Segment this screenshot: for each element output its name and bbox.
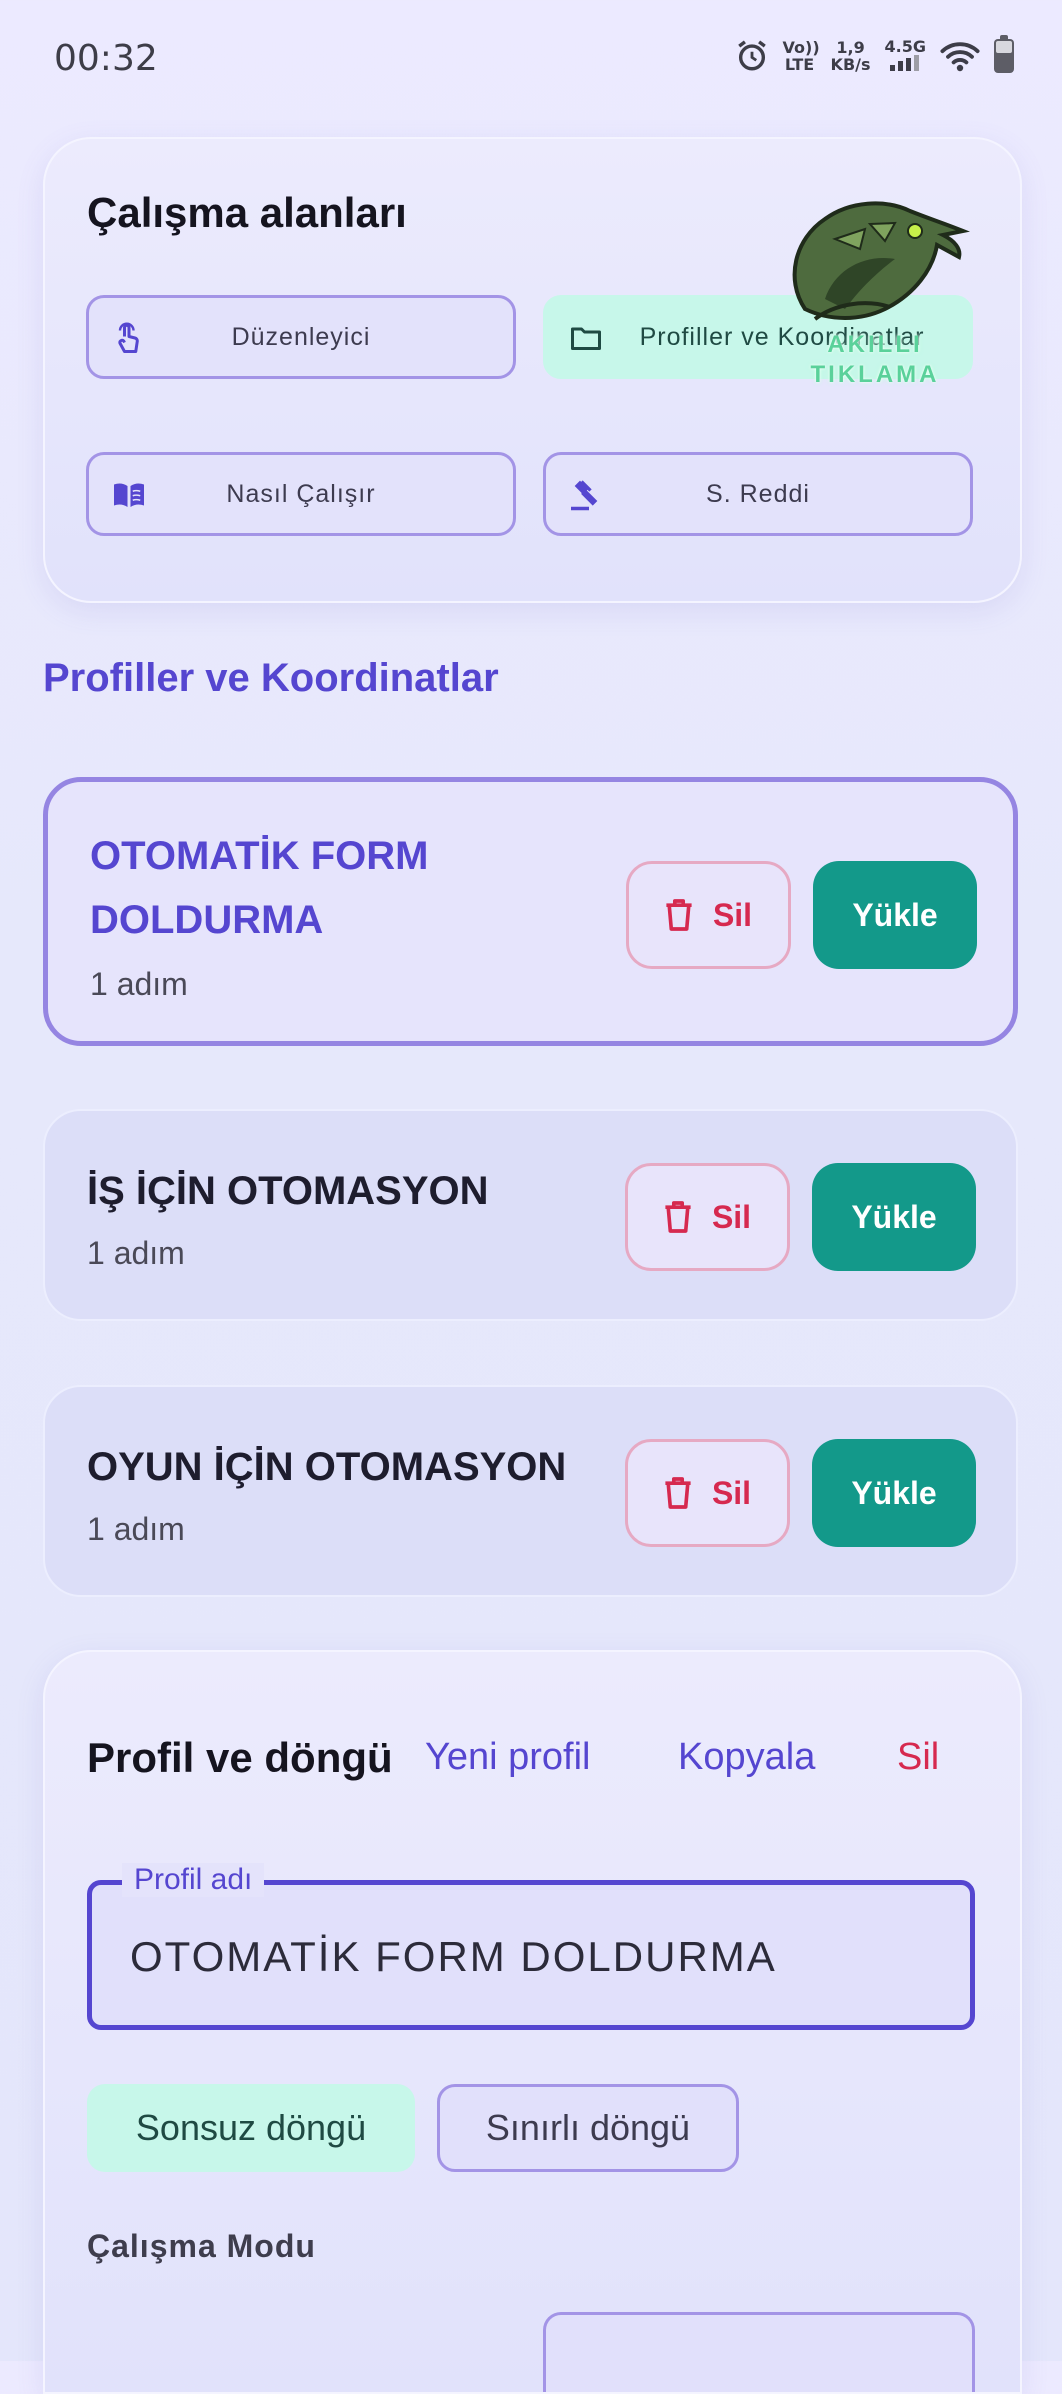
trash-icon bbox=[666, 899, 692, 931]
workspaces-card: Çalışma alanları Düzenleyici Profiller v… bbox=[43, 137, 1022, 603]
logo-text-line1: AKILLI bbox=[827, 331, 923, 358]
delete-label: Sil bbox=[711, 1198, 752, 1235]
network-label: Vo)) LTE bbox=[782, 38, 820, 74]
load-profile-button[interactable]: Yükle bbox=[812, 1439, 976, 1547]
new-profile-link[interactable]: Yeni profil bbox=[425, 1736, 591, 1779]
profile-name-field[interactable]: Profil adı OTOMATİK FORM DOLDURMA bbox=[87, 1863, 975, 2030]
work-mode-label: Çalışma Modu bbox=[87, 2228, 316, 2264]
gavel-icon bbox=[571, 480, 598, 511]
delete-profile-button[interactable]: Sil bbox=[625, 1163, 790, 1271]
wifi-icon bbox=[940, 42, 980, 72]
load-profile-button[interactable]: Yükle bbox=[812, 1163, 976, 1271]
delete-profile-link[interactable]: Sil bbox=[897, 1736, 939, 1779]
load-profile-button[interactable]: Yükle bbox=[813, 861, 977, 969]
delete-profile-button[interactable]: Sil bbox=[625, 1439, 790, 1547]
touch-icon bbox=[118, 322, 139, 353]
profile-card[interactable]: OYUN İÇİN OTOMASYON 1 adım Sil Yükle bbox=[43, 1385, 1018, 1597]
speed-value: 1,9 bbox=[836, 38, 865, 57]
signal-icon bbox=[890, 55, 920, 71]
workspace-howto-label: Nasıl Çalışır bbox=[226, 479, 376, 508]
work-mode-option[interactable] bbox=[543, 2312, 975, 2392]
alarm-icon bbox=[737, 40, 766, 71]
delete-profile-button[interactable]: Sil bbox=[626, 861, 791, 969]
signal-label: 4.5G bbox=[884, 37, 926, 56]
workspace-editor-button[interactable]: Düzenleyici bbox=[86, 295, 516, 379]
delete-label: Sil bbox=[712, 896, 753, 933]
workspace-disclaimer-label: S. Reddi bbox=[706, 479, 810, 508]
status-bar: 00:32 Vo)) LTE 1,9 KB/s 4.5G bbox=[0, 0, 1062, 100]
trash-icon bbox=[665, 1201, 691, 1233]
profile-loop-card: Profil ve döngü Yeni profil Kopyala Sil … bbox=[43, 1650, 1022, 2394]
profile-steps: 1 adım bbox=[87, 1511, 185, 1547]
copy-profile-link[interactable]: Kopyala bbox=[678, 1736, 815, 1779]
trash-icon bbox=[665, 1477, 691, 1509]
workspace-editor-label: Düzenleyici bbox=[231, 322, 371, 351]
speed-unit: KB/s bbox=[830, 55, 871, 74]
profile-steps: 1 adım bbox=[90, 966, 188, 1002]
folder-icon bbox=[571, 327, 601, 350]
profile-card[interactable]: OTOMATİK FORM DOLDURMA 1 adım Sil Yükle bbox=[43, 777, 1018, 1046]
speed-indicator: 1,9 KB/s bbox=[831, 39, 871, 73]
status-time: 00:32 bbox=[54, 38, 158, 79]
profile-name-field-value[interactable]: OTOMATİK FORM DOLDURMA bbox=[130, 1933, 777, 1981]
workspace-disclaimer-button[interactable]: S. Reddi bbox=[543, 452, 973, 536]
profile-name: OYUN İÇİN OTOMASYON bbox=[87, 1445, 567, 1489]
status-icons: Vo)) LTE 1,9 KB/s 4.5G bbox=[735, 35, 1014, 74]
profile-name: OTOMATİK FORM DOLDURMA bbox=[90, 834, 429, 942]
profile-steps: 1 adım bbox=[87, 1235, 185, 1271]
app-logo: AKILLI TIKLAMA bbox=[765, 179, 985, 389]
book-icon bbox=[114, 483, 144, 507]
infinite-loop-chip[interactable]: Sonsuz döngü bbox=[87, 2084, 415, 2172]
workspace-howto-button[interactable]: Nasıl Çalışır bbox=[86, 452, 516, 536]
profile-name-field-label: Profil adı bbox=[122, 1863, 265, 1897]
delete-label: Sil bbox=[711, 1474, 752, 1511]
section-title: Profiller ve Koordinatlar bbox=[43, 656, 499, 700]
battery-icon bbox=[994, 35, 1014, 73]
workspaces-title: Çalışma alanları bbox=[87, 189, 407, 236]
raven-logo-icon bbox=[792, 201, 970, 321]
profile-card[interactable]: İŞ İÇİN OTOMASYON 1 adım Sil Yükle bbox=[43, 1109, 1018, 1321]
profile-loop-title: Profil ve döngü bbox=[87, 1734, 393, 1781]
logo-text-line2: TIKLAMA bbox=[810, 361, 940, 388]
signal-indicator: 4.5G bbox=[885, 38, 926, 74]
limited-loop-chip[interactable]: Sınırlı döngü bbox=[437, 2084, 739, 2172]
profile-name: İŞ İÇİN OTOMASYON bbox=[87, 1169, 489, 1213]
